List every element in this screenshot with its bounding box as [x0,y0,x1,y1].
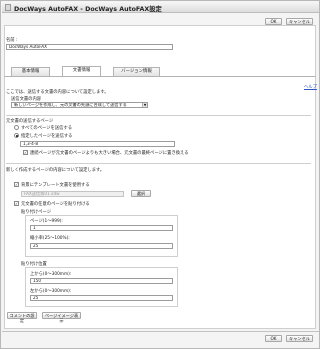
left-offset-input[interactable]: 25 [30,295,173,301]
page-number-label: ページ(1〜999): [30,219,63,224]
chevron-down-icon[interactable]: ▼ [142,103,147,107]
footer-divider [2,331,319,332]
page-image-preview-button[interactable]: ページイメージ表示 [42,312,81,323]
comment-settings-button[interactable]: コメントの設定 [7,312,37,323]
page-range-input[interactable]: 1,3-4-8 [20,141,175,147]
top-offset-label: 上から(0〜300mm): [30,272,72,277]
all-pages-radio[interactable] [14,125,19,130]
template-file-input[interactable]: FAX送信票01.xdw [21,191,124,197]
name-input[interactable]: DocWays AutoFAX [6,44,173,50]
template-checkbox[interactable]: ✓ [14,182,19,187]
browse-button[interactable]: 選択 [131,190,151,197]
dialog-window: DocWays AutoFAX - DocWays AutoFAX設定 OK キ… [0,0,320,349]
template-label: 背景にテンプレート文書を使用する [21,183,90,188]
section-divider-1 [6,115,311,116]
send-content-intro: ここでは、送信する文書の内容について設定します。 [6,90,109,95]
left-offset-label: 左から(0〜300mm): [30,289,72,294]
scale-label: 縮小率(25〜100%): [30,236,70,241]
help-link[interactable]: ヘルプ [304,84,317,90]
new-page-heading: 新しく作成するページの内容について設定します。 [6,168,105,173]
send-content-select[interactable]: 新しいページを作成し、元の文書の先頭に合成して送信する ▼ [11,102,148,108]
window-title: DocWays AutoFAX - DocWays AutoFAX設定 [14,6,162,13]
source-pages-heading: 元文書の送信するページ [6,119,54,124]
all-pages-label: すべてのページを送信する [21,126,73,131]
tab-version-info[interactable]: バージョン情報 [113,67,160,76]
section-divider-2 [6,163,311,164]
attach-page-label: 元文書の任意のページを貼り付ける [21,202,90,207]
page-number-input[interactable]: 1 [30,225,173,231]
top-offset-input[interactable]: 150 [30,278,173,284]
name-label: 名前 : [6,38,18,43]
tab-basic-info[interactable]: 基本情報 [11,67,50,76]
tab-document-info[interactable]: 文書情報 [62,66,101,76]
attach-page-checkbox[interactable]: ✓ [14,201,19,206]
ok-button-top[interactable]: OK [265,18,282,25]
replace-last-page-label: 連続ページが元文書のページよりも大きい場合、元文書の最終ページに置き換える [30,151,189,156]
specified-pages-label: 指定したページを送信する [21,134,73,139]
replace-last-page-checkbox[interactable]: ✓ [23,150,28,155]
title-bar: DocWays AutoFAX - DocWays AutoFAX設定 [2,2,319,13]
cancel-button-bottom[interactable]: キャンセル [286,335,313,342]
send-content-selected: 新しいページを作成し、元の文書の先頭に合成して送信する [14,102,127,107]
tab-divider [4,76,316,77]
cancel-button-top[interactable]: キャンセル [286,18,313,25]
scale-input[interactable]: 25 [30,243,173,249]
document-icon [5,4,11,11]
ok-button-bottom[interactable]: OK [265,335,282,342]
specified-pages-radio[interactable] [14,133,19,138]
